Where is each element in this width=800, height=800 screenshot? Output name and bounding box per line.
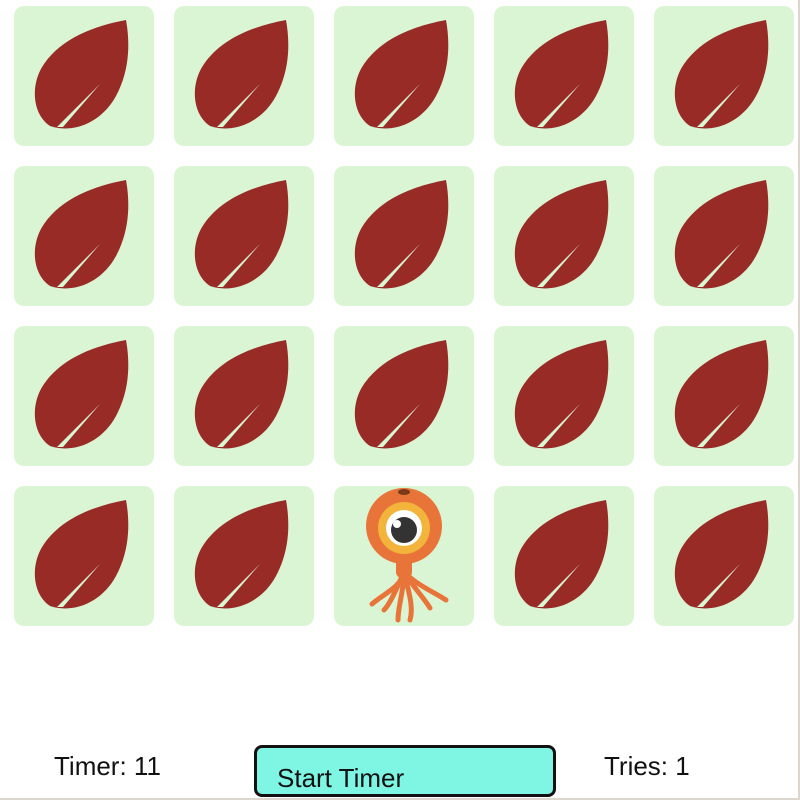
tries-counter: Tries: 1 [604,751,690,781]
card-tile-13[interactable] [334,326,474,466]
timer-display: Timer: 11 [54,751,161,781]
card-tile-10[interactable] [654,166,794,306]
card-tile-5[interactable] [654,6,794,146]
start-timer-button[interactable]: Start Timer [254,745,556,797]
card-tile-2[interactable] [174,6,314,146]
card-tile-19[interactable] [494,486,634,626]
card-tile-17[interactable] [174,486,314,626]
card-tile-4[interactable] [494,6,634,146]
card-tile-6[interactable] [14,166,154,306]
card-tile-14[interactable] [494,326,634,466]
card-tile-3[interactable] [334,6,474,146]
card-tile-18[interactable] [334,486,474,626]
card-tile-11[interactable] [14,326,154,466]
card-tile-7[interactable] [174,166,314,306]
card-tile-20[interactable] [654,486,794,626]
card-tile-1[interactable] [14,6,154,146]
card-tile-15[interactable] [654,326,794,466]
card-tile-9[interactable] [494,166,634,306]
card-tile-12[interactable] [174,326,314,466]
card-grid [14,6,794,626]
card-tile-8[interactable] [334,166,474,306]
memory-game: Timer: 11 Start Timer Tries: 1 [0,0,800,800]
card-tile-16[interactable] [14,486,154,626]
